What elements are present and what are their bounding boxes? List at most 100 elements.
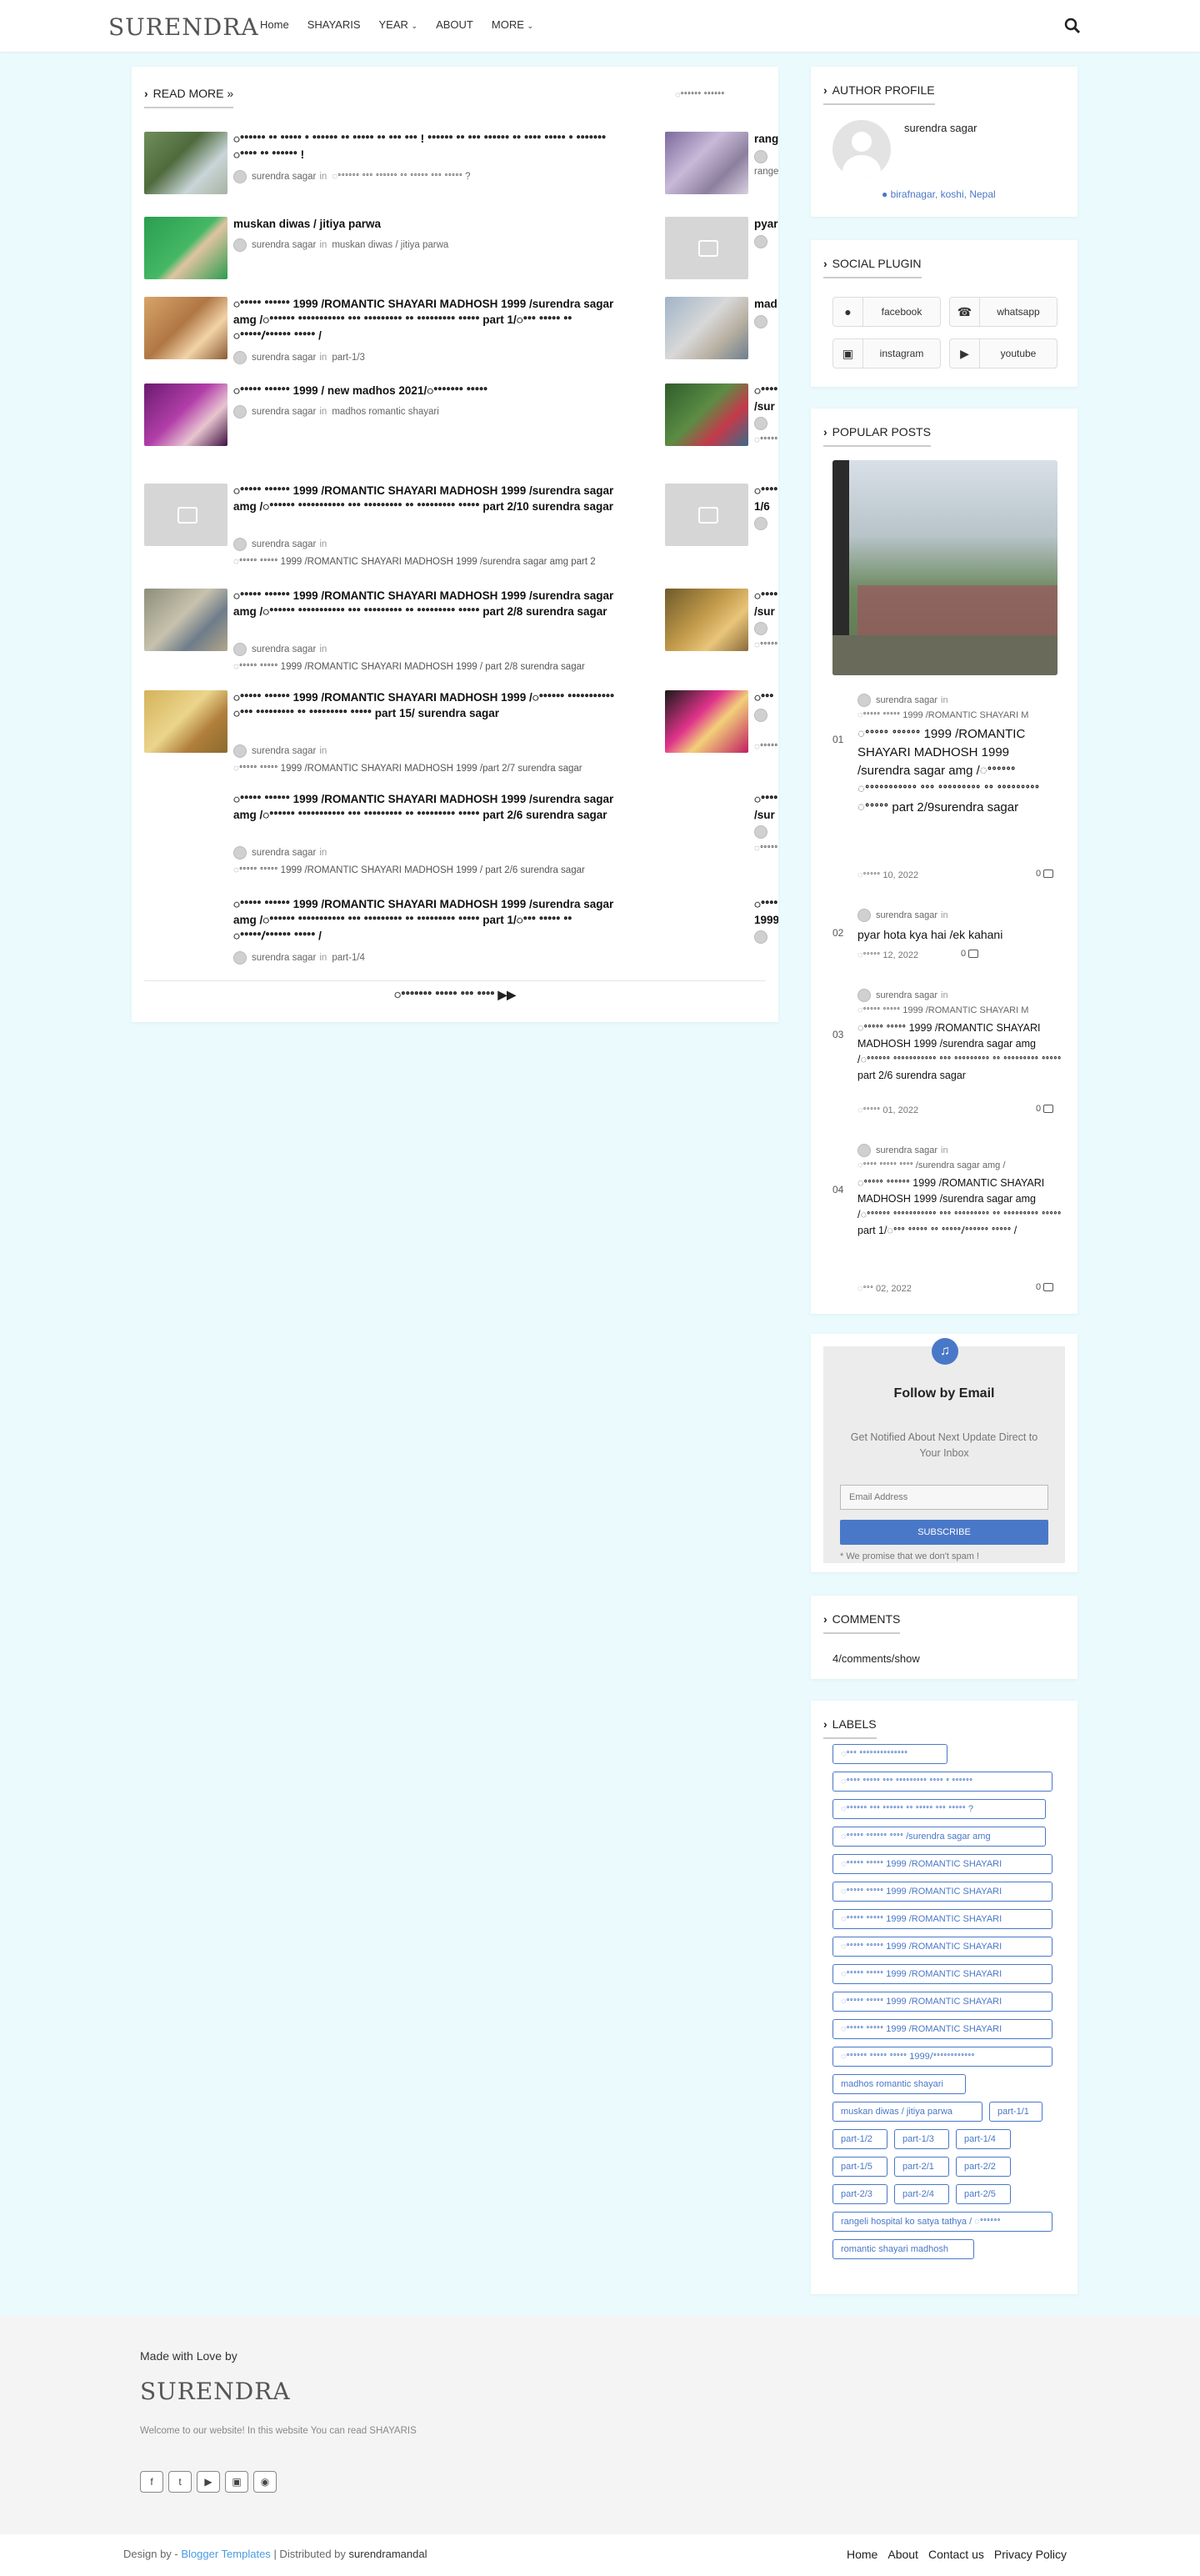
post-label[interactable]: ꢀꢀꢀꢀꢀ ꢀꢀꢀꢀꢀ 1999 /ROMANTIC SHAYARI MADHO…	[233, 864, 625, 876]
footer-link-about[interactable]: About	[888, 2548, 918, 2561]
youtube-icon[interactable]: ▶	[197, 2471, 220, 2493]
post-label[interactable]: ꢀꢀꢀꢀꢀ ꢀꢀꢀꢀꢀ 1999 /ROMANTIC SHAYARI MADHO…	[233, 660, 625, 673]
post-label[interactable]: ꢀꢀꢀꢀꢀ	[754, 639, 778, 651]
label-tag[interactable]: part-1/1	[989, 2102, 1042, 2122]
post-thumbnail[interactable]	[665, 217, 748, 279]
post-title[interactable]: ꢀꢀꢀꢀꢀ ꢀꢀꢀꢀꢀꢀ 1999 /ROMANTIC SHAYARI MADH…	[233, 791, 625, 823]
post-title[interactable]: ꢀꢀꢀꢀ /sur	[754, 791, 778, 823]
post-thumbnail[interactable]	[665, 132, 748, 194]
label-tag[interactable]: part-1/2	[832, 2129, 888, 2149]
label-tag[interactable]: ꢀꢀꢀꢀꢀ ꢀꢀꢀꢀꢀ 1999 /ROMANTIC SHAYARI	[832, 1992, 1052, 2012]
post-label[interactable]: part-1/3	[332, 353, 365, 363]
post-label[interactable]: ꢀꢀꢀꢀ ꢀꢀꢀꢀꢀ ꢀꢀꢀꢀ /surendra sagar amg /	[858, 1159, 1062, 1171]
post-label[interactable]: ꢀꢀꢀꢀꢀ ꢀꢀꢀꢀꢀ 1999 /ROMANTIC SHAYARI MADHO…	[233, 762, 625, 774]
post-title[interactable]: ꢀꢀꢀꢀꢀ ꢀꢀꢀꢀꢀꢀ 1999 /ROMANTIC SHAYARI MADH…	[233, 896, 625, 944]
email-field[interactable]	[840, 1485, 1048, 1510]
post-title[interactable]: ꢀꢀꢀꢀ /sur	[754, 383, 778, 414]
author-name[interactable]: surendra sagar	[904, 122, 977, 134]
label-tag[interactable]: part-2/2	[956, 2157, 1011, 2177]
comment-count[interactable]: 0	[1036, 869, 1054, 879]
post-title[interactable]: ꢀꢀꢀꢀ 1/6	[754, 483, 778, 514]
popular-post-title[interactable]: ꢀꢀꢀꢀꢀ ꢀꢀꢀꢀꢀ 1999 /ROMANTIC SHAYARI MADHO…	[858, 1020, 1062, 1084]
label-tag[interactable]: ꢀꢀꢀ ꢀꢀꢀꢀꢀꢀꢀꢀꢀꢀꢀꢀꢀꢀ	[832, 1744, 948, 1764]
label-tag[interactable]: madhos romantic shayari	[832, 2074, 966, 2094]
popular-post-title[interactable]: pyar hota kya hai /ek kahani	[858, 927, 1062, 943]
label-tag[interactable]: ꢀꢀꢀꢀꢀ ꢀꢀꢀꢀꢀ 1999 /ROMANTIC SHAYARI	[832, 1937, 1052, 1957]
nav-more[interactable]: MORE ⌄	[492, 18, 533, 31]
footer-link-privacy[interactable]: Privacy Policy	[994, 2548, 1067, 2561]
post-thumbnail[interactable]	[144, 132, 228, 194]
footer-link-home[interactable]: Home	[847, 2548, 878, 2561]
post-author[interactable]: surendra sagar	[876, 910, 938, 920]
post-thumbnail[interactable]	[144, 217, 228, 279]
post-label[interactable]: ꢀꢀꢀꢀꢀꢀ ꢀꢀꢀ ꢀꢀꢀꢀꢀꢀ ꢀꢀ ꢀꢀꢀꢀꢀ ꢀꢀꢀ ꢀꢀꢀꢀꢀ ?	[332, 172, 470, 182]
blogger-templates-link[interactable]: Blogger Templates	[181, 2548, 270, 2560]
label-tag[interactable]: part-2/5	[956, 2184, 1011, 2204]
post-label[interactable]: ꢀꢀꢀꢀꢀ	[754, 434, 778, 446]
more-posts-button[interactable]: ꢀꢀꢀꢀꢀꢀꢀ ꢀꢀꢀꢀꢀ ꢀꢀꢀ ꢀꢀꢀꢀ ▶▶	[144, 987, 766, 1003]
whatsapp-button[interactable]: ☎ whatsapp	[949, 297, 1058, 327]
post-title[interactable]: ꢀꢀꢀꢀꢀ ꢀꢀꢀꢀꢀꢀ 1999 /ROMANTIC SHAYARI MADH…	[233, 588, 625, 619]
post-label[interactable]: muskan diwas / jitiya parwa	[332, 240, 448, 250]
twitter-icon[interactable]: t	[168, 2471, 192, 2493]
label-tag[interactable]: ꢀꢀꢀꢀꢀ ꢀꢀꢀꢀꢀ 1999 /ROMANTIC SHAYARI	[832, 1909, 1052, 1929]
comment-count[interactable]: 0	[1036, 1282, 1054, 1292]
post-label[interactable]: part-1/4	[332, 953, 365, 963]
label-tag[interactable]: ꢀꢀꢀꢀꢀ ꢀꢀꢀꢀꢀꢀ ꢀꢀꢀꢀ /surendra sagar amg	[832, 1827, 1046, 1847]
facebook-icon[interactable]: f	[140, 2471, 163, 2493]
post-author[interactable]: surendra sagar	[252, 953, 316, 963]
post-author[interactable]: surendra sagar	[252, 240, 316, 250]
post-thumbnail[interactable]	[144, 690, 228, 753]
label-tag[interactable]: ꢀꢀꢀꢀꢀ ꢀꢀꢀꢀꢀ 1999 /ROMANTIC SHAYARI	[832, 1964, 1052, 1984]
post-label[interactable]: madhos romantic shayari	[332, 407, 438, 417]
label-tag[interactable]: ꢀꢀꢀꢀ ꢀꢀꢀꢀꢀ ꢀꢀꢀ ꢀꢀꢀꢀꢀꢀꢀꢀꢀ ꢀꢀꢀꢀ ꢀ ꢀꢀꢀꢀꢀꢀ	[832, 1772, 1052, 1792]
post-thumbnail[interactable]	[665, 690, 748, 753]
post-label[interactable]: ꢀꢀꢀꢀꢀ	[754, 740, 778, 753]
post-author[interactable]: surendra sagar	[252, 539, 316, 549]
post-label[interactable]: ꢀꢀꢀꢀꢀ	[754, 842, 778, 854]
nav-shayaris[interactable]: SHAYARIS	[308, 18, 361, 31]
post-thumbnail[interactable]	[665, 383, 748, 446]
distributor-link[interactable]: surendramandal	[349, 2548, 428, 2560]
label-tag[interactable]: part-1/4	[956, 2129, 1011, 2149]
post-author[interactable]: surendra sagar	[252, 172, 316, 182]
post-author[interactable]: surendra sagar	[252, 848, 316, 858]
post-title[interactable]: ꢀꢀꢀꢀꢀꢀ ꢀꢀ ꢀꢀꢀꢀꢀ ꢀ ꢀꢀꢀꢀꢀꢀ ꢀꢀ ꢀꢀꢀꢀꢀ ꢀꢀ ꢀꢀꢀ…	[233, 131, 625, 163]
label-tag[interactable]: part-1/5	[832, 2157, 888, 2177]
post-thumbnail[interactable]	[665, 589, 748, 651]
post-label[interactable]: ꢀꢀꢀꢀꢀ ꢀꢀꢀꢀꢀ 1999 /ROMANTIC SHAYARI MADHO…	[233, 555, 625, 568]
comment-count[interactable]: 0	[961, 949, 979, 959]
facebook-button[interactable]: ● facebook	[832, 297, 941, 327]
label-tag[interactable]: muskan diwas / jitiya parwa	[832, 2102, 982, 2122]
label-tag[interactable]: ꢀꢀꢀꢀꢀ ꢀꢀꢀꢀꢀ 1999 /ROMANTIC SHAYARI	[832, 2019, 1052, 2039]
label-tag[interactable]: part-2/3	[832, 2184, 888, 2204]
reddit-icon[interactable]: ◉	[253, 2471, 277, 2493]
label-tag[interactable]: part-1/3	[894, 2129, 949, 2149]
instagram-button[interactable]: ▣ instagram	[832, 338, 941, 368]
post-title[interactable]: pyar	[754, 216, 778, 232]
avatar[interactable]	[832, 120, 891, 178]
popular-post-image[interactable]	[832, 460, 1058, 675]
post-thumbnail[interactable]	[144, 297, 228, 359]
post-author[interactable]: surendra sagar	[876, 1145, 938, 1155]
post-title[interactable]: ꢀꢀꢀꢀꢀ ꢀꢀꢀꢀꢀꢀ 1999 /ROMANTIC SHAYARI MADH…	[233, 296, 625, 343]
post-author[interactable]: surendra sagar	[252, 644, 316, 654]
post-title[interactable]: ꢀꢀꢀ	[754, 689, 778, 705]
search-icon[interactable]	[1063, 17, 1082, 35]
post-author[interactable]: surendra sagar	[876, 990, 938, 1000]
label-tag[interactable]: ꢀꢀꢀꢀꢀꢀ ꢀꢀꢀ ꢀꢀꢀꢀꢀꢀ ꢀꢀ ꢀꢀꢀꢀꢀ ꢀꢀꢀ ꢀꢀꢀꢀꢀ ?	[832, 1799, 1046, 1819]
post-title[interactable]: muskan diwas / jitiya parwa	[233, 216, 625, 232]
site-logo[interactable]: SURENDRA	[108, 13, 259, 41]
post-author[interactable]: surendra sagar	[252, 353, 316, 363]
footer-logo[interactable]: SURENDRA	[140, 2378, 291, 2405]
post-label[interactable]: ꢀꢀꢀꢀꢀ ꢀꢀꢀꢀꢀ 1999 /ROMANTIC SHAYARI M	[858, 1004, 1062, 1016]
post-thumbnail[interactable]	[144, 484, 228, 546]
label-tag[interactable]: romantic shayari madhosh	[832, 2239, 974, 2259]
popular-post-title[interactable]: ꢀꢀꢀꢀꢀ ꢀꢀꢀꢀꢀꢀ 1999 /ROMANTIC SHAYARI MADH…	[858, 725, 1062, 817]
post-author[interactable]: surendra sagar	[252, 746, 316, 756]
nav-about[interactable]: ABOUT	[436, 18, 473, 31]
nav-year[interactable]: YEAR ⌄	[379, 18, 418, 31]
post-label[interactable]: ꢀꢀꢀꢀꢀ ꢀꢀꢀꢀꢀ 1999 /ROMANTIC SHAYARI M	[858, 709, 1062, 721]
post-thumbnail[interactable]	[665, 484, 748, 546]
label-tag[interactable]: part-2/4	[894, 2184, 949, 2204]
